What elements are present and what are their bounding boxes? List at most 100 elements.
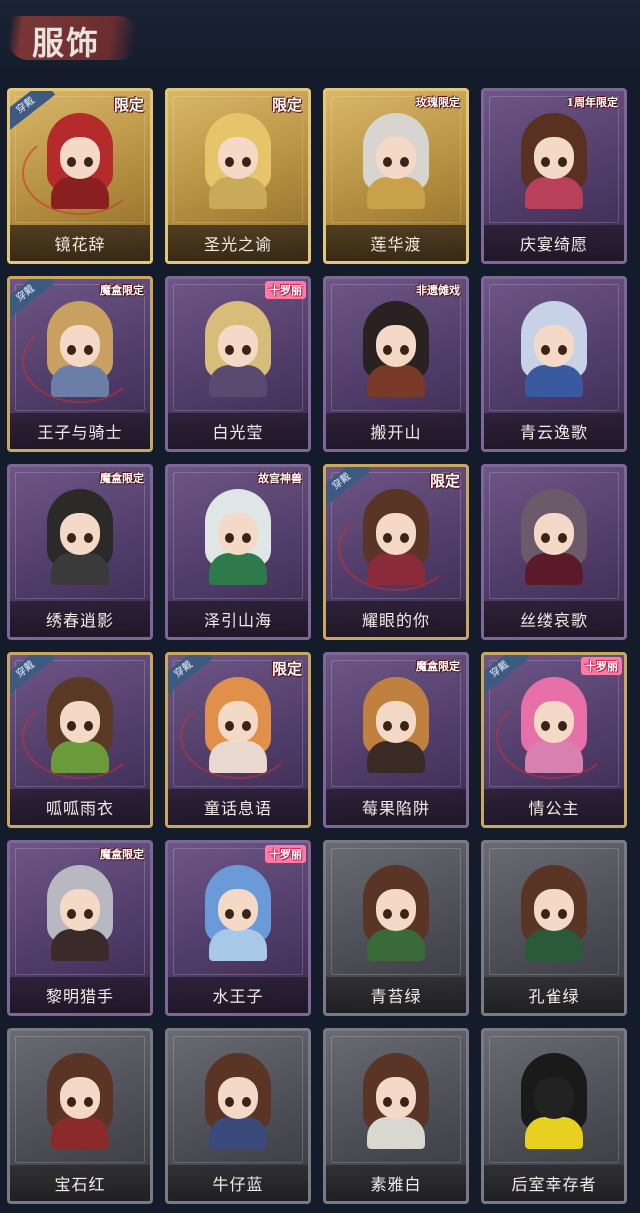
- portrait-face: [534, 325, 574, 367]
- costume-card[interactable]: 限定 穿戴 童话息语: [165, 652, 311, 828]
- costume-card[interactable]: 青苔绿: [323, 840, 469, 1016]
- portrait-eye: [84, 533, 93, 543]
- portrait-eye: [383, 721, 392, 731]
- limited-tag: 1周年限定: [566, 96, 618, 109]
- header: 服饰: [0, 0, 640, 88]
- portrait-face: [376, 513, 416, 555]
- portrait-face: [376, 1077, 416, 1119]
- limited-tag: 魔盒限定: [100, 284, 144, 297]
- portrait-face: [376, 325, 416, 367]
- portrait-eye: [541, 909, 550, 919]
- costume-name-bar: 莓果陷阱: [326, 789, 466, 825]
- costume-card[interactable]: 十罗丽 白光莹: [165, 276, 311, 452]
- portrait-outfit: [51, 365, 109, 397]
- costume-card[interactable]: 限定 穿戴 耀眼的你: [323, 464, 469, 640]
- costume-name-bar: 宝石红: [10, 1165, 150, 1201]
- portrait-eye: [242, 1097, 251, 1107]
- portrait-face: [534, 513, 574, 555]
- portrait-face: [376, 701, 416, 743]
- portrait-eye: [383, 345, 392, 355]
- costume-card[interactable]: 限定 穿戴 镜花辞: [7, 88, 153, 264]
- limited-tag: 限定: [429, 472, 460, 490]
- portrait-eye: [225, 909, 234, 919]
- costume-card[interactable]: 魔盒限定 莓果陷阱: [323, 652, 469, 828]
- character-portrait: [359, 865, 433, 961]
- portrait-face: [218, 889, 258, 931]
- costume-card[interactable]: 穿戴 呱呱雨衣: [7, 652, 153, 828]
- limited-tag: 限定: [271, 96, 302, 114]
- portrait-eye: [400, 157, 409, 167]
- costume-card[interactable]: 限定 圣光之谕: [165, 88, 311, 264]
- portrait-eye: [67, 345, 76, 355]
- costume-card[interactable]: 宝石红: [7, 1028, 153, 1204]
- costume-card[interactable]: 丝缕哀歌: [481, 464, 627, 640]
- costume-card[interactable]: 非遗傩戏 搬开山: [323, 276, 469, 452]
- portrait-eye: [558, 533, 567, 543]
- costume-card[interactable]: 十罗丽水王子: [165, 840, 311, 1016]
- portrait-eye: [400, 721, 409, 731]
- portrait-outfit: [367, 553, 425, 585]
- costume-name: 丝缕哀歌: [519, 611, 588, 630]
- costume-card[interactable]: 青云逸歌: [481, 276, 627, 452]
- costume-name: 绣春逍影: [45, 611, 114, 630]
- portrait-eye: [383, 1097, 392, 1107]
- costume-name-bar: 泽引山海: [168, 601, 308, 637]
- character-portrait: [517, 113, 591, 209]
- costume-name: 呱呱雨衣: [45, 799, 114, 818]
- limited-tag: 限定: [271, 660, 302, 678]
- costume-card[interactable]: 素雅白: [323, 1028, 469, 1204]
- portrait-eye: [558, 345, 567, 355]
- portrait-outfit: [525, 177, 583, 209]
- costume-card[interactable]: 1周年限定庆宴绮愿: [481, 88, 627, 264]
- portrait-face: [534, 1077, 574, 1119]
- costume-name: 情公主: [528, 799, 580, 818]
- costume-card[interactable]: 十罗丽 穿戴 情公主: [481, 652, 627, 828]
- portrait-eye: [383, 533, 392, 543]
- costume-card[interactable]: 后室幸存者: [481, 1028, 627, 1204]
- portrait-eye: [541, 345, 550, 355]
- portrait-eye: [383, 909, 392, 919]
- portrait-outfit: [51, 1117, 109, 1149]
- character-portrait: [201, 113, 275, 209]
- costume-name-bar: 搬开山: [326, 413, 466, 449]
- limited-tag: 十罗丽: [265, 845, 306, 863]
- costume-name: 莲华渡: [370, 235, 422, 254]
- limited-tag: 魔盒限定: [100, 848, 144, 861]
- costume-card[interactable]: 魔盒限定 穿戴 王子与骑士: [7, 276, 153, 452]
- costume-name: 孔雀绿: [528, 987, 580, 1006]
- costume-card[interactable]: 孔雀绿: [481, 840, 627, 1016]
- portrait-face: [534, 701, 574, 743]
- portrait-outfit: [525, 741, 583, 773]
- costume-name-bar: 莲华渡: [326, 225, 466, 261]
- portrait-outfit: [209, 365, 267, 397]
- portrait-outfit: [525, 553, 583, 585]
- costume-name-bar: 庆宴绮愿: [484, 225, 624, 261]
- character-portrait: [43, 1053, 117, 1149]
- character-portrait: [43, 677, 117, 773]
- portrait-outfit: [525, 1117, 583, 1149]
- portrait-outfit: [525, 365, 583, 397]
- character-portrait: [201, 677, 275, 773]
- costume-card[interactable]: 故宫神兽 泽引山海: [165, 464, 311, 640]
- portrait-face: [60, 701, 100, 743]
- portrait-outfit: [51, 553, 109, 585]
- costume-card[interactable]: 魔盒限定黎明猎手: [7, 840, 153, 1016]
- costume-card[interactable]: 牛仔蓝: [165, 1028, 311, 1204]
- character-portrait: [43, 113, 117, 209]
- costume-name: 宝石红: [54, 1175, 106, 1194]
- costume-name: 黎明猎手: [45, 987, 114, 1006]
- costume-name-bar: 情公主: [484, 789, 624, 825]
- costume-name: 水王子: [212, 987, 264, 1006]
- character-portrait: [43, 865, 117, 961]
- portrait-eye: [225, 533, 234, 543]
- portrait-eye: [558, 721, 567, 731]
- costume-card[interactable]: 玫瑰限定 莲华渡: [323, 88, 469, 264]
- portrait-face: [60, 325, 100, 367]
- costume-card[interactable]: 魔盒限定 绣春逍影: [7, 464, 153, 640]
- costume-name-bar: 后室幸存者: [484, 1165, 624, 1201]
- costume-name-bar: 镜花辞: [10, 225, 150, 261]
- costume-name-bar: 耀眼的你: [326, 601, 466, 637]
- portrait-eye: [84, 1097, 93, 1107]
- portrait-eye: [400, 1097, 409, 1107]
- portrait-eye: [400, 345, 409, 355]
